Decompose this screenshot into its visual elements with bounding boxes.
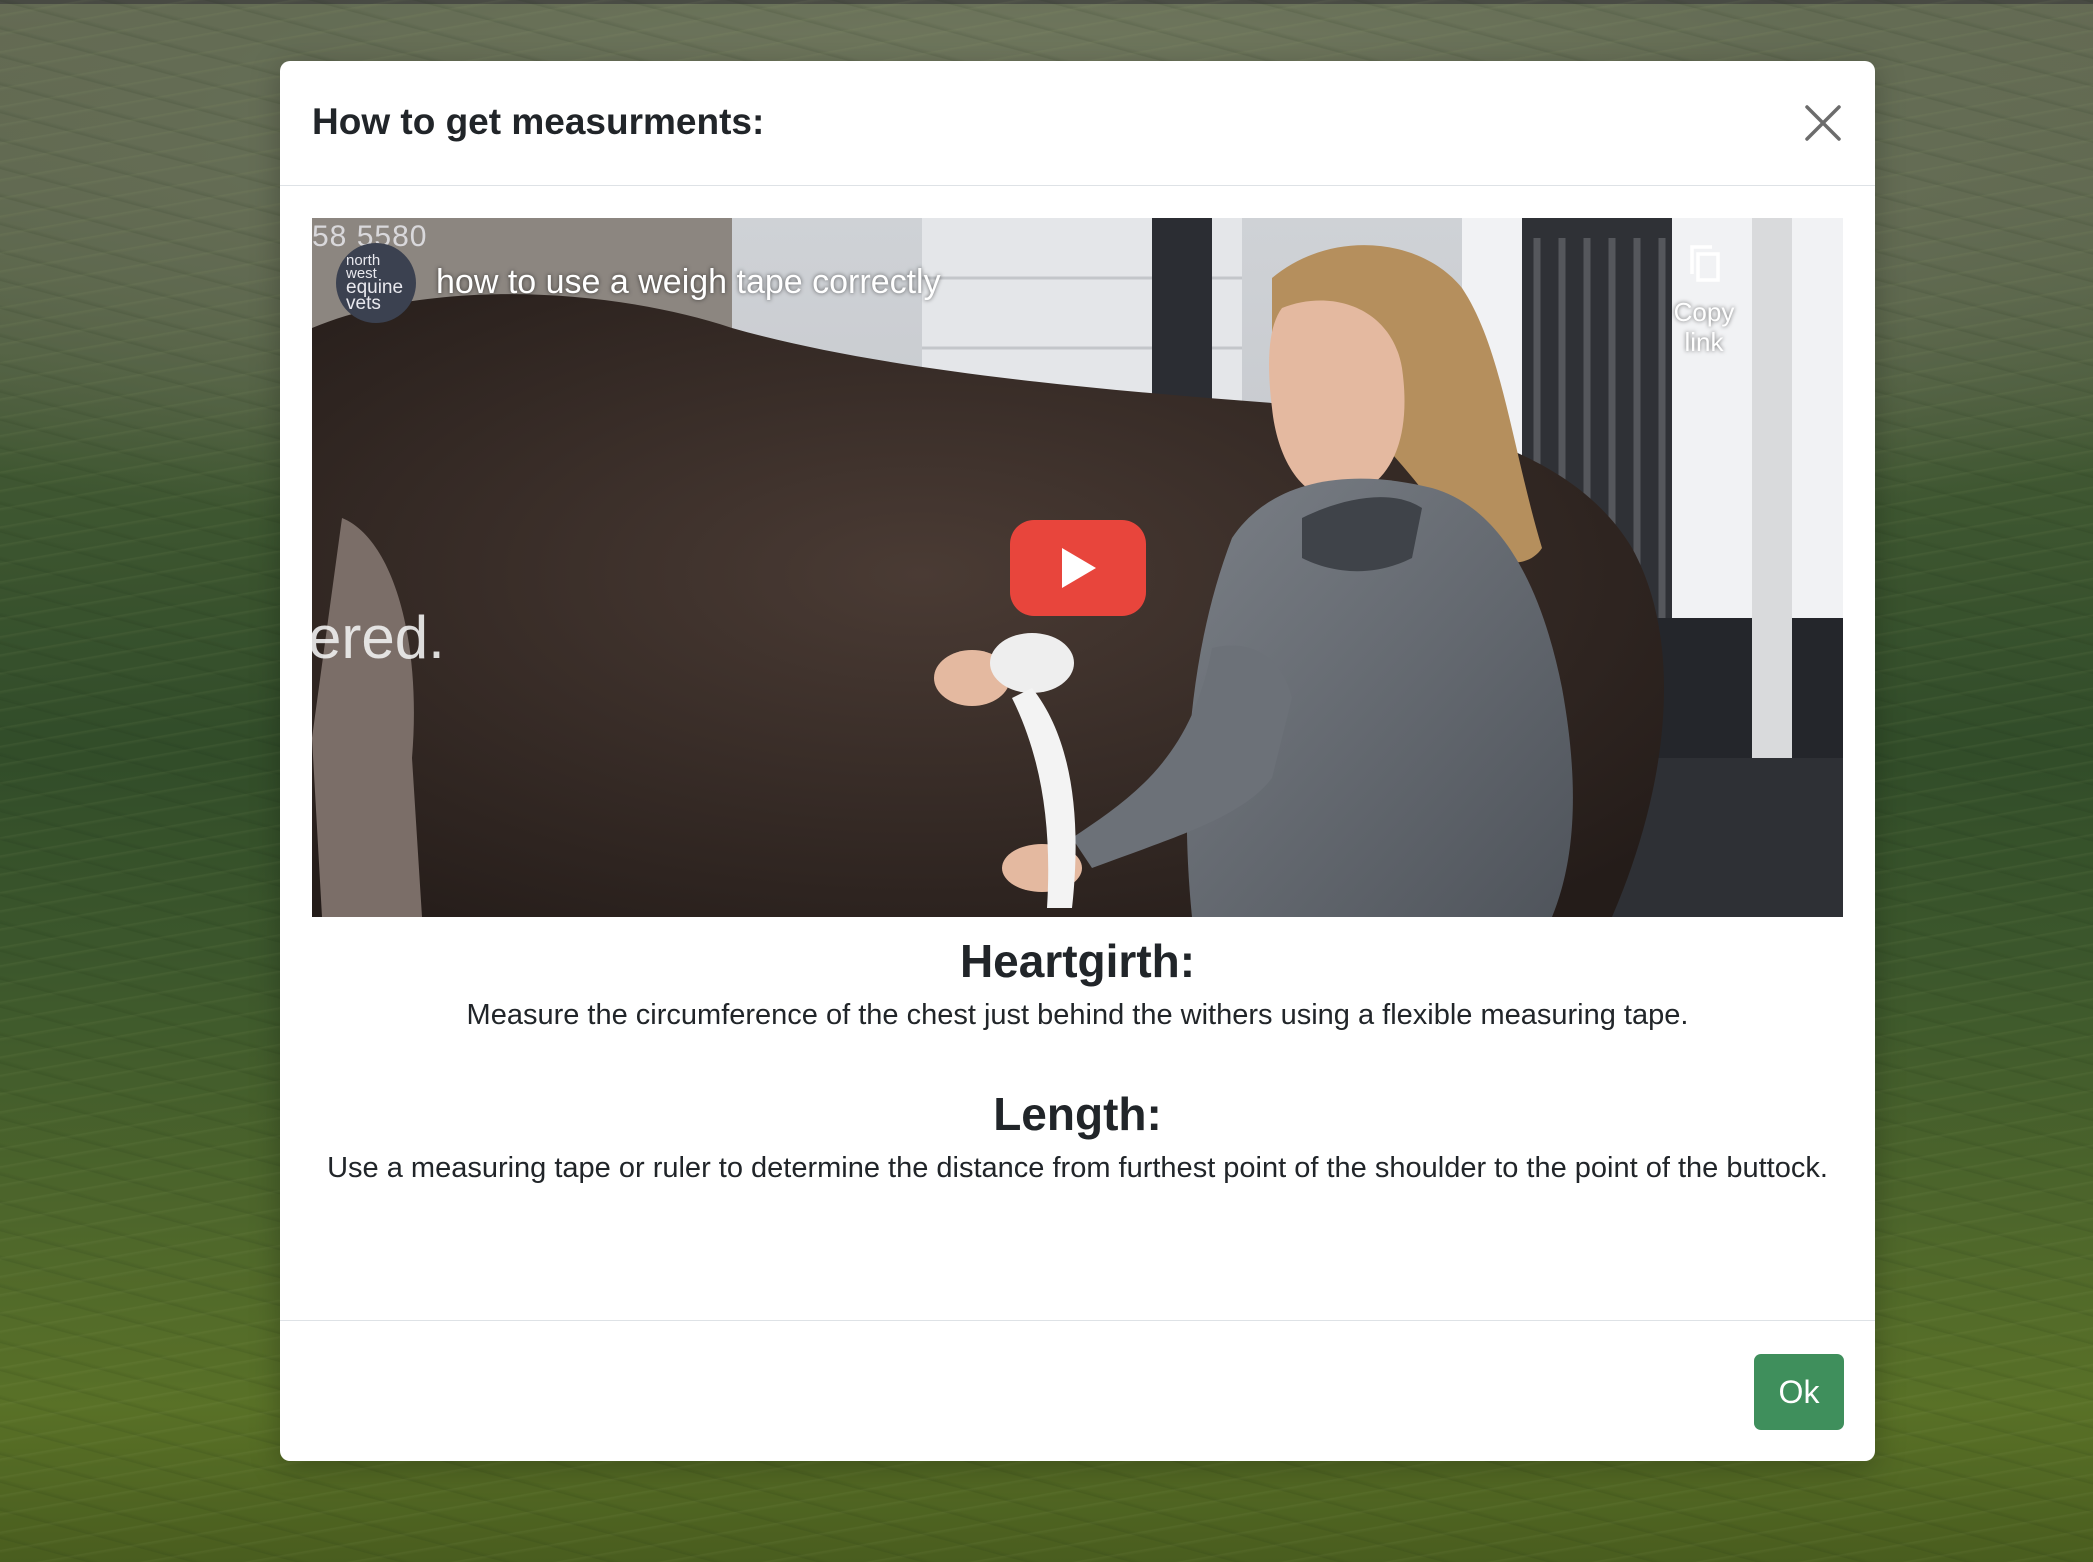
heartgirth-heading: Heartgirth: [959,935,1196,987]
video-embed[interactable]: 58 5580 north west equine vets how to us… [312,218,1843,917]
modal-header: How to get measurments: [280,61,1875,186]
close-icon [1805,105,1841,141]
copy-link-label: Copy link [1673,297,1735,357]
modal-title: How to get measurments: [312,101,765,142]
play-icon [1062,548,1096,588]
measurements-modal: How to get measurments: 58 5580 north we… [280,61,1875,1461]
channel-logo[interactable]: north west equine vets [336,243,416,323]
heartgirth-text: Measure the circumference of the chest j… [466,999,1689,1031]
modal-footer-divider [280,1320,1875,1321]
copy-link-button[interactable]: Copy link [1654,242,1754,357]
close-button[interactable] [1801,101,1845,145]
modal-body: 58 5580 north west equine vets how to us… [280,186,1875,1381]
length-text: Use a measuring tape or ruler to determi… [327,1152,1828,1184]
ok-button[interactable]: Ok [1754,1354,1844,1430]
play-button[interactable] [1010,520,1146,616]
video-side-text: ered. [312,604,445,671]
copy-icon [1690,245,1720,282]
logo-line-4: vets [346,293,381,314]
length-heading: Length: [993,1088,1162,1140]
video-title-link[interactable]: how to use a weigh tape correctly [436,260,941,304]
